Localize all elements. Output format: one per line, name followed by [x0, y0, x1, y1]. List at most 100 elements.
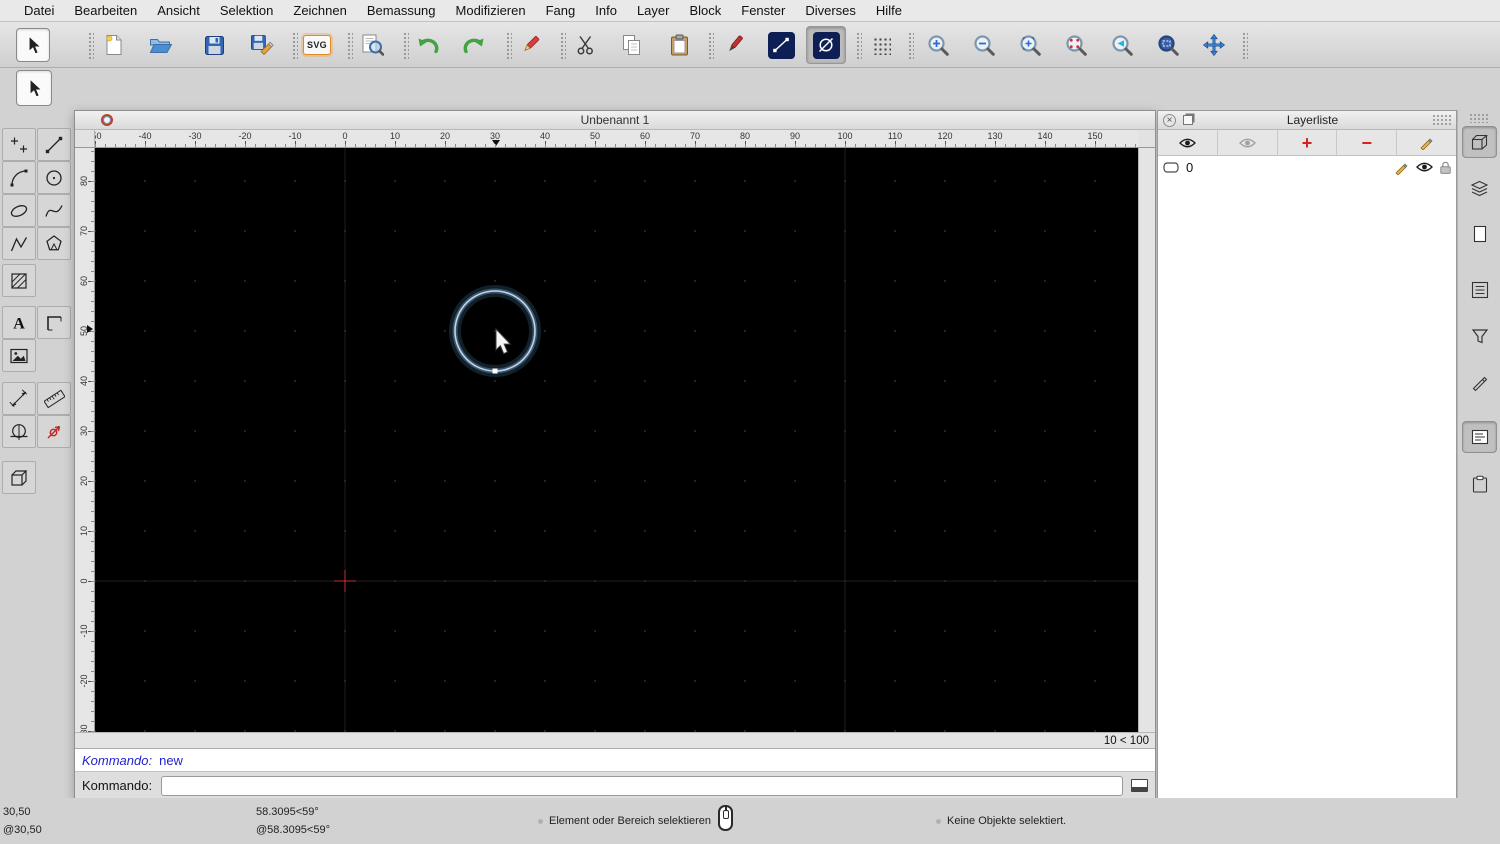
layer-lock-icon[interactable]: [1440, 161, 1451, 174]
export-svg-button[interactable]: SVG: [297, 26, 337, 64]
h-ruler-tick: [295, 141, 296, 147]
dock-selection-filter-button[interactable]: [1462, 320, 1497, 352]
insert-image-button[interactable]: [2, 339, 36, 372]
show-all-layers-button[interactable]: [1158, 130, 1218, 155]
draw-circle-button[interactable]: [37, 161, 71, 194]
minus-icon: −: [1361, 132, 1373, 153]
open-drawing-button[interactable]: [141, 26, 181, 64]
pen-attributes-button[interactable]: [714, 26, 754, 64]
right-dock-bar: [1457, 110, 1500, 844]
remove-layer-button[interactable]: −: [1337, 130, 1398, 155]
panel-drag-handle[interactable]: [1432, 113, 1452, 127]
menu-block[interactable]: Block: [679, 3, 731, 18]
draw-polyline-button[interactable]: [2, 227, 36, 260]
menu-bearbeiten[interactable]: Bearbeiten: [64, 3, 147, 18]
circle-attributes-button[interactable]: [806, 26, 846, 64]
horizontal-scrollbar[interactable]: 10 < 100: [75, 732, 1155, 748]
dimension-tools-button[interactable]: [2, 382, 36, 415]
h-ruler-label: 50: [589, 131, 601, 141]
menu-selektion[interactable]: Selektion: [210, 3, 283, 18]
save-drawing-button[interactable]: [194, 26, 234, 64]
zoom-auto-button[interactable]: [1010, 26, 1050, 64]
layer-eye-icon[interactable]: [1416, 161, 1433, 173]
draw-point-button[interactable]: [2, 128, 36, 161]
v-ruler-tick: [88, 681, 94, 682]
drawing-window-titlebar[interactable]: Unbenannt 1: [75, 111, 1155, 130]
zoom-window-button[interactable]: [1148, 26, 1188, 64]
command-history-label: Kommando:: [82, 752, 153, 768]
menu-fenster[interactable]: Fenster: [731, 3, 795, 18]
dock-clipboard-button[interactable]: [1462, 468, 1497, 500]
zoom-in-button[interactable]: [918, 26, 958, 64]
measure-tools-button[interactable]: [37, 382, 71, 415]
draw-text-button[interactable]: A: [2, 306, 36, 339]
zoom-pan-button[interactable]: [1194, 26, 1234, 64]
menu-ansicht[interactable]: Ansicht: [147, 3, 210, 18]
layer-panel-title: Layerliste: [1286, 113, 1339, 127]
grid-status: 10 < 100: [1103, 734, 1149, 747]
canvas-svg: [94, 148, 1138, 732]
menu-fang[interactable]: Fang: [536, 3, 586, 18]
h-ruler-tick: [595, 141, 596, 147]
copy-button[interactable]: [612, 26, 652, 64]
h-ruler-label: 120: [937, 131, 953, 141]
cmdpanel-icon: [1471, 429, 1489, 445]
delete-selected-button[interactable]: [510, 26, 550, 64]
menu-info[interactable]: Info: [585, 3, 627, 18]
zoom-out-button[interactable]: [964, 26, 1004, 64]
dock-visual-views-button[interactable]: [1462, 126, 1497, 158]
draw-ellipse-button[interactable]: [2, 194, 36, 227]
menu-layer[interactable]: Layer: [627, 3, 680, 18]
svg-icon: SVG: [303, 35, 331, 55]
dock-library-browser-button[interactable]: [1462, 274, 1497, 306]
modify-tools-button[interactable]: [2, 415, 36, 448]
layer-edit-pencil-icon[interactable]: [1394, 160, 1409, 175]
grid-toggle-button[interactable]: [861, 26, 901, 64]
undo-button[interactable]: [408, 26, 448, 64]
modify-icon: [9, 422, 29, 442]
menu-zeichnen[interactable]: Zeichnen: [283, 3, 356, 18]
close-panel-button[interactable]: ×: [1163, 113, 1176, 127]
drawing-window: Unbenannt 1 -50 -40 -30 -20 -10 0 10 20 30 40 50 60…: [74, 110, 1156, 799]
cut-button[interactable]: [565, 26, 605, 64]
hide-all-layers-button[interactable]: [1218, 130, 1278, 155]
h-ruler-tick: [1095, 141, 1096, 147]
menu-hilfe[interactable]: Hilfe: [866, 3, 912, 18]
menu-bemassung[interactable]: Bemassung: [357, 3, 446, 18]
command-detach-icon[interactable]: [1131, 779, 1148, 792]
line-attributes-button[interactable]: [761, 26, 801, 64]
save-drawing-as-button[interactable]: [242, 26, 282, 64]
zoom-previous-button[interactable]: [1102, 26, 1142, 64]
solid-3d-tools-button[interactable]: [2, 461, 36, 494]
zoom-redraw-button[interactable]: [1056, 26, 1096, 64]
draw-frame-button[interactable]: [37, 306, 71, 339]
draw-arc-button[interactable]: [2, 161, 36, 194]
edit-layer-button[interactable]: [1397, 130, 1456, 155]
dock-drag-handle[interactable]: [1469, 113, 1489, 123]
draw-hatch-button[interactable]: [2, 264, 36, 297]
vertical-scrollbar[interactable]: [1138, 148, 1155, 732]
draw-line-button[interactable]: [37, 128, 71, 161]
menu-modifizieren[interactable]: Modifizieren: [446, 3, 536, 18]
print-preview-button[interactable]: [352, 26, 392, 64]
attrcircle-icon: [812, 31, 840, 59]
snap-tools-button[interactable]: [37, 415, 71, 448]
paste-button[interactable]: [659, 26, 699, 64]
add-layer-button[interactable]: +: [1278, 130, 1338, 155]
dock-layer-list-button[interactable]: [1462, 172, 1497, 204]
dock-block-list-button[interactable]: [1462, 218, 1497, 250]
dock-command-line-button[interactable]: [1462, 421, 1497, 453]
snap-icon: [44, 422, 64, 442]
layer-row[interactable]: 0: [1158, 156, 1456, 178]
drawing-canvas[interactable]: [94, 148, 1138, 732]
command-input[interactable]: [161, 775, 1123, 796]
float-panel-button[interactable]: [1183, 115, 1193, 125]
menu-diverses[interactable]: Diverses: [795, 3, 866, 18]
new-drawing-button[interactable]: [94, 26, 134, 64]
layer-visibility-box-icon[interactable]: [1163, 161, 1179, 173]
redo-button[interactable]: [454, 26, 494, 64]
svg-text:A: A: [13, 315, 25, 332]
draw-polygon-button[interactable]: [37, 227, 71, 260]
dock-pen-wizard-button[interactable]: [1462, 366, 1497, 398]
draw-spline-button[interactable]: [37, 194, 71, 227]
